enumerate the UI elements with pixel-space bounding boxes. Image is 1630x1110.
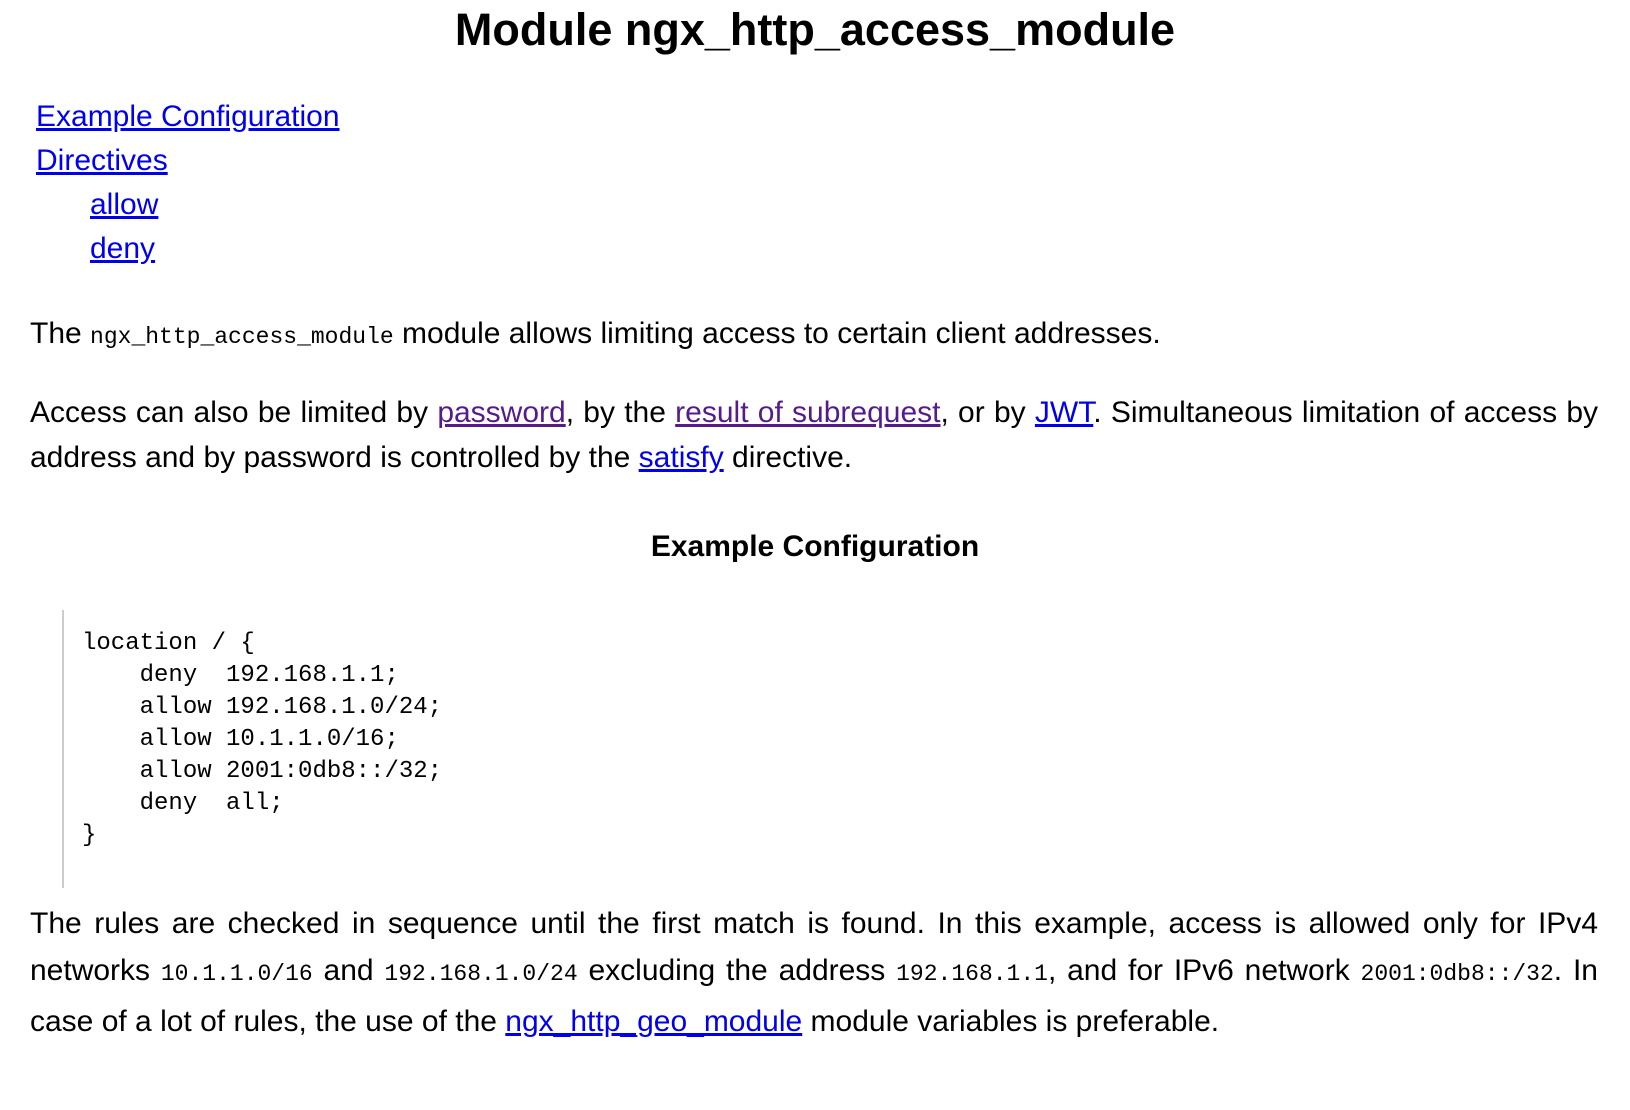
- paragraph-text: , or by: [940, 396, 1035, 429]
- section-heading-example-configuration: Example Configuration: [650, 530, 980, 563]
- toc-link-allow[interactable]: allow: [90, 188, 158, 221]
- code-example-text: location / { deny 192.168.1.1; allow 192…: [82, 630, 443, 849]
- page-title: Module ngx_http_access_module: [454, 4, 1176, 55]
- access-paragraph: Access can also be limited by password, …: [30, 390, 1598, 480]
- module-name-code: ngx_http_access_module: [90, 324, 394, 350]
- inline-code: 192.168.1.0/24: [384, 961, 578, 987]
- intro-text: module allows limiting access to certain…: [393, 317, 1161, 350]
- link-satisfy[interactable]: satisfy: [639, 441, 724, 474]
- link-ngx-http-geo-module[interactable]: ngx_http_geo_module: [505, 1005, 802, 1038]
- inline-code: 10.1.1.0/16: [160, 961, 313, 987]
- document-page: Module ngx_http_access_module Example Co…: [0, 0, 1630, 1110]
- paragraph-text: and: [312, 954, 385, 987]
- toc-link-directives[interactable]: Directives: [36, 144, 168, 177]
- code-example-block: location / { deny 192.168.1.1; allow 192…: [62, 610, 442, 888]
- inline-code: 2001:0db8::/32: [1360, 961, 1554, 987]
- link-jwt[interactable]: JWT: [1035, 396, 1093, 429]
- link-result-of-subrequest[interactable]: result of subrequest: [675, 396, 940, 429]
- rules-paragraph: The rules are checked in sequence until …: [30, 900, 1598, 1045]
- paragraph-text: , by the: [565, 396, 676, 429]
- paragraph-text: Access can also be limited by: [30, 396, 438, 429]
- table-of-contents: Example Configuration Directives allow d…: [36, 95, 340, 271]
- intro-paragraph: The ngx_http_access_module module allows…: [30, 312, 1598, 359]
- paragraph-text: module variables is preferable.: [802, 1005, 1220, 1038]
- toc-link-deny[interactable]: deny: [90, 232, 155, 265]
- toc-link-example-configuration[interactable]: Example Configuration: [36, 100, 340, 133]
- paragraph-text: directive.: [723, 441, 853, 474]
- paragraph-text: , and for IPv6 network: [1047, 954, 1361, 987]
- link-password[interactable]: password: [437, 396, 565, 429]
- inline-code: 192.168.1.1: [896, 961, 1048, 987]
- paragraph-text: excluding the address: [577, 954, 897, 987]
- intro-text: The: [30, 317, 91, 350]
